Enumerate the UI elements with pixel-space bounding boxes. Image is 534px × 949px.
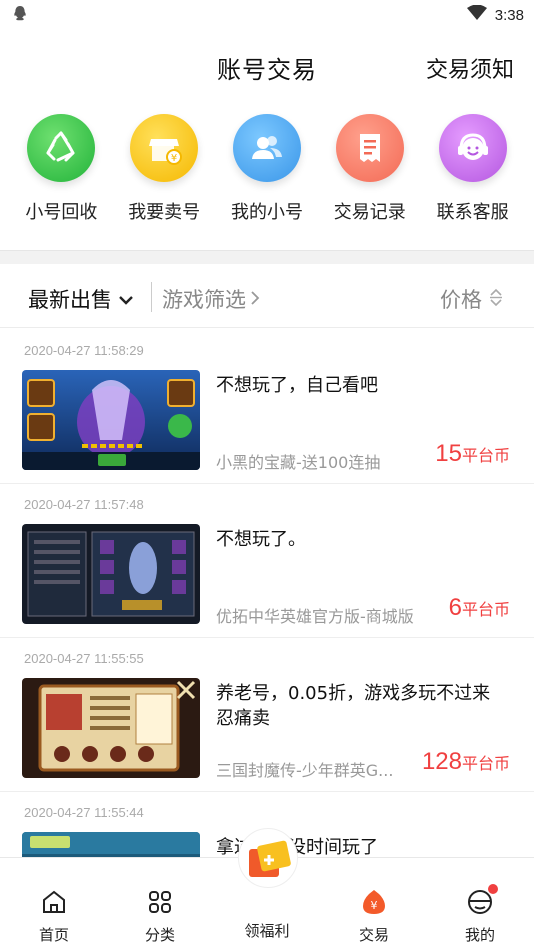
tab-label: 领福利 (244, 922, 290, 940)
profile-icon (466, 884, 498, 920)
listing-game: 小黑的宝藏-送100连抽 (216, 453, 381, 472)
notification-dot (488, 884, 498, 894)
price-unit: 平台币 (461, 446, 510, 465)
recycle-icon (27, 114, 96, 182)
price-value: 15 (435, 440, 462, 467)
listing-item[interactable]: 2020-04-27 11:58:29 不想玩了，自己看吧 小黑的宝藏-送100… (0, 330, 534, 484)
svg-text:¥: ¥ (371, 899, 378, 912)
quick-records-button[interactable]: 交易记录 (321, 114, 419, 224)
listing-title: 不想玩了。 (216, 529, 306, 550)
listing-time: 2020-04-27 11:57:48 (24, 497, 144, 512)
listing-thumbnail (22, 524, 200, 624)
tab-trade[interactable]: ¥ 交易 (334, 888, 414, 945)
bottom-tab-bar: 首页 分类 领福利 ¥ 交易 我的 (0, 828, 534, 949)
receipt-icon (335, 114, 404, 182)
listing-price: 15平台币 (435, 440, 510, 468)
users-icon (232, 114, 301, 182)
status-time: 3:38 (494, 6, 524, 24)
listing-game: 优拓中华英雄官方版-商城版 (216, 607, 414, 626)
gift-icon[interactable] (238, 828, 298, 888)
tab-home[interactable]: 首页 (14, 888, 94, 945)
quick-label: 交易记录 (333, 202, 406, 223)
tab-label: 首页 (38, 926, 69, 944)
quick-label: 我的小号 (230, 202, 303, 223)
tab-category[interactable]: 分类 (120, 888, 200, 945)
listing-time: 2020-04-27 11:58:29 (24, 343, 144, 358)
qq-icon (12, 5, 28, 27)
tab-welfare[interactable]: 领福利 (227, 888, 307, 941)
price-value: 6 (448, 594, 462, 621)
tab-label: 分类 (144, 926, 175, 944)
latest-sort-label: 最新出售 (28, 288, 112, 312)
listing-price: 6平台币 (449, 594, 510, 622)
quick-recycle-button[interactable]: 小号回收 (12, 114, 110, 224)
latest-sort-dropdown[interactable]: 最新出售 (28, 284, 134, 314)
grid-icon (146, 888, 174, 920)
chevron-right-icon (250, 287, 260, 311)
money-bag-icon: ¥ (360, 888, 388, 920)
price-unit: 平台币 (461, 600, 510, 619)
listing-time: 2020-04-27 11:55:44 (24, 805, 144, 820)
headset-icon (438, 114, 507, 182)
quick-label: 我要卖号 (128, 202, 201, 223)
tab-label: 交易 (358, 926, 389, 944)
price-sort-button[interactable]: 价格 (440, 284, 504, 314)
shop-icon: ¥ (130, 114, 199, 182)
tab-label: 我的 (464, 926, 495, 944)
trade-notice-link[interactable]: 交易须知 (426, 52, 514, 84)
price-sort-label: 价格 (440, 288, 482, 312)
quick-support-button[interactable]: 联系客服 (424, 114, 522, 224)
price-unit: 平台币 (461, 754, 510, 773)
svg-text:¥: ¥ (171, 153, 177, 164)
game-filter-label: 游戏筛选 (162, 288, 246, 312)
game-filter-button[interactable]: 游戏筛选 (162, 284, 260, 314)
quick-label: 联系客服 (436, 202, 509, 223)
sort-icon (488, 287, 504, 311)
listing-game: 三国封魔传-少年群英G... (216, 761, 394, 780)
listing-title: 养老号，0.05折，游戏多玩不过来忍痛卖 (216, 683, 491, 729)
listing-item[interactable]: 2020-04-27 11:55:55 养老号，0.05折，游戏多玩不过来忍痛卖… (0, 638, 534, 792)
listing-time: 2020-04-27 11:55:55 (24, 651, 144, 666)
section-divider (0, 250, 534, 264)
listing-item[interactable]: 2020-04-27 11:57:48 不想玩了。 优拓中华英雄官方版-商城版 … (0, 484, 534, 638)
listing-thumbnail (22, 370, 200, 470)
filter-bar: 最新出售 游戏筛选 价格 (0, 264, 534, 328)
listing-price: 128平台币 (422, 748, 510, 776)
quick-my-accounts-button[interactable]: 我的小号 (218, 114, 316, 224)
quick-actions: 小号回收 ¥ 我要卖号 我的小号 交易记录 联系客服 (0, 114, 534, 224)
home-icon (40, 888, 68, 920)
wifi-icon (466, 4, 487, 25)
status-bar: 3:38 (0, 0, 534, 30)
chevron-down-icon (118, 287, 134, 311)
listing-title: 不想玩了，自己看吧 (216, 375, 378, 396)
listing-thumbnail (22, 678, 200, 778)
quick-label: 小号回收 (25, 202, 98, 223)
quick-sell-button[interactable]: ¥ 我要卖号 (115, 114, 213, 224)
price-value: 128 (421, 748, 462, 775)
tab-mine[interactable]: 我的 (440, 884, 520, 945)
filter-divider (151, 282, 152, 312)
